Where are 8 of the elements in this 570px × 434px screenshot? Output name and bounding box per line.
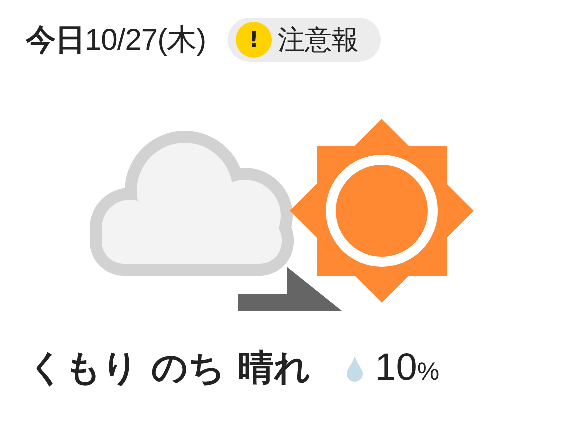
raindrop-icon [347,356,364,382]
arrow-icon [238,267,342,311]
weather-text: くもり のち 晴れ [28,347,312,391]
date-heading: 今日10/27(木) [26,22,206,60]
percent-unit: % [417,358,440,387]
cloud-icon [90,131,294,276]
precipitation-value: 10 [375,347,418,390]
warning-badge[interactable]: ! 注意報 [228,18,382,62]
